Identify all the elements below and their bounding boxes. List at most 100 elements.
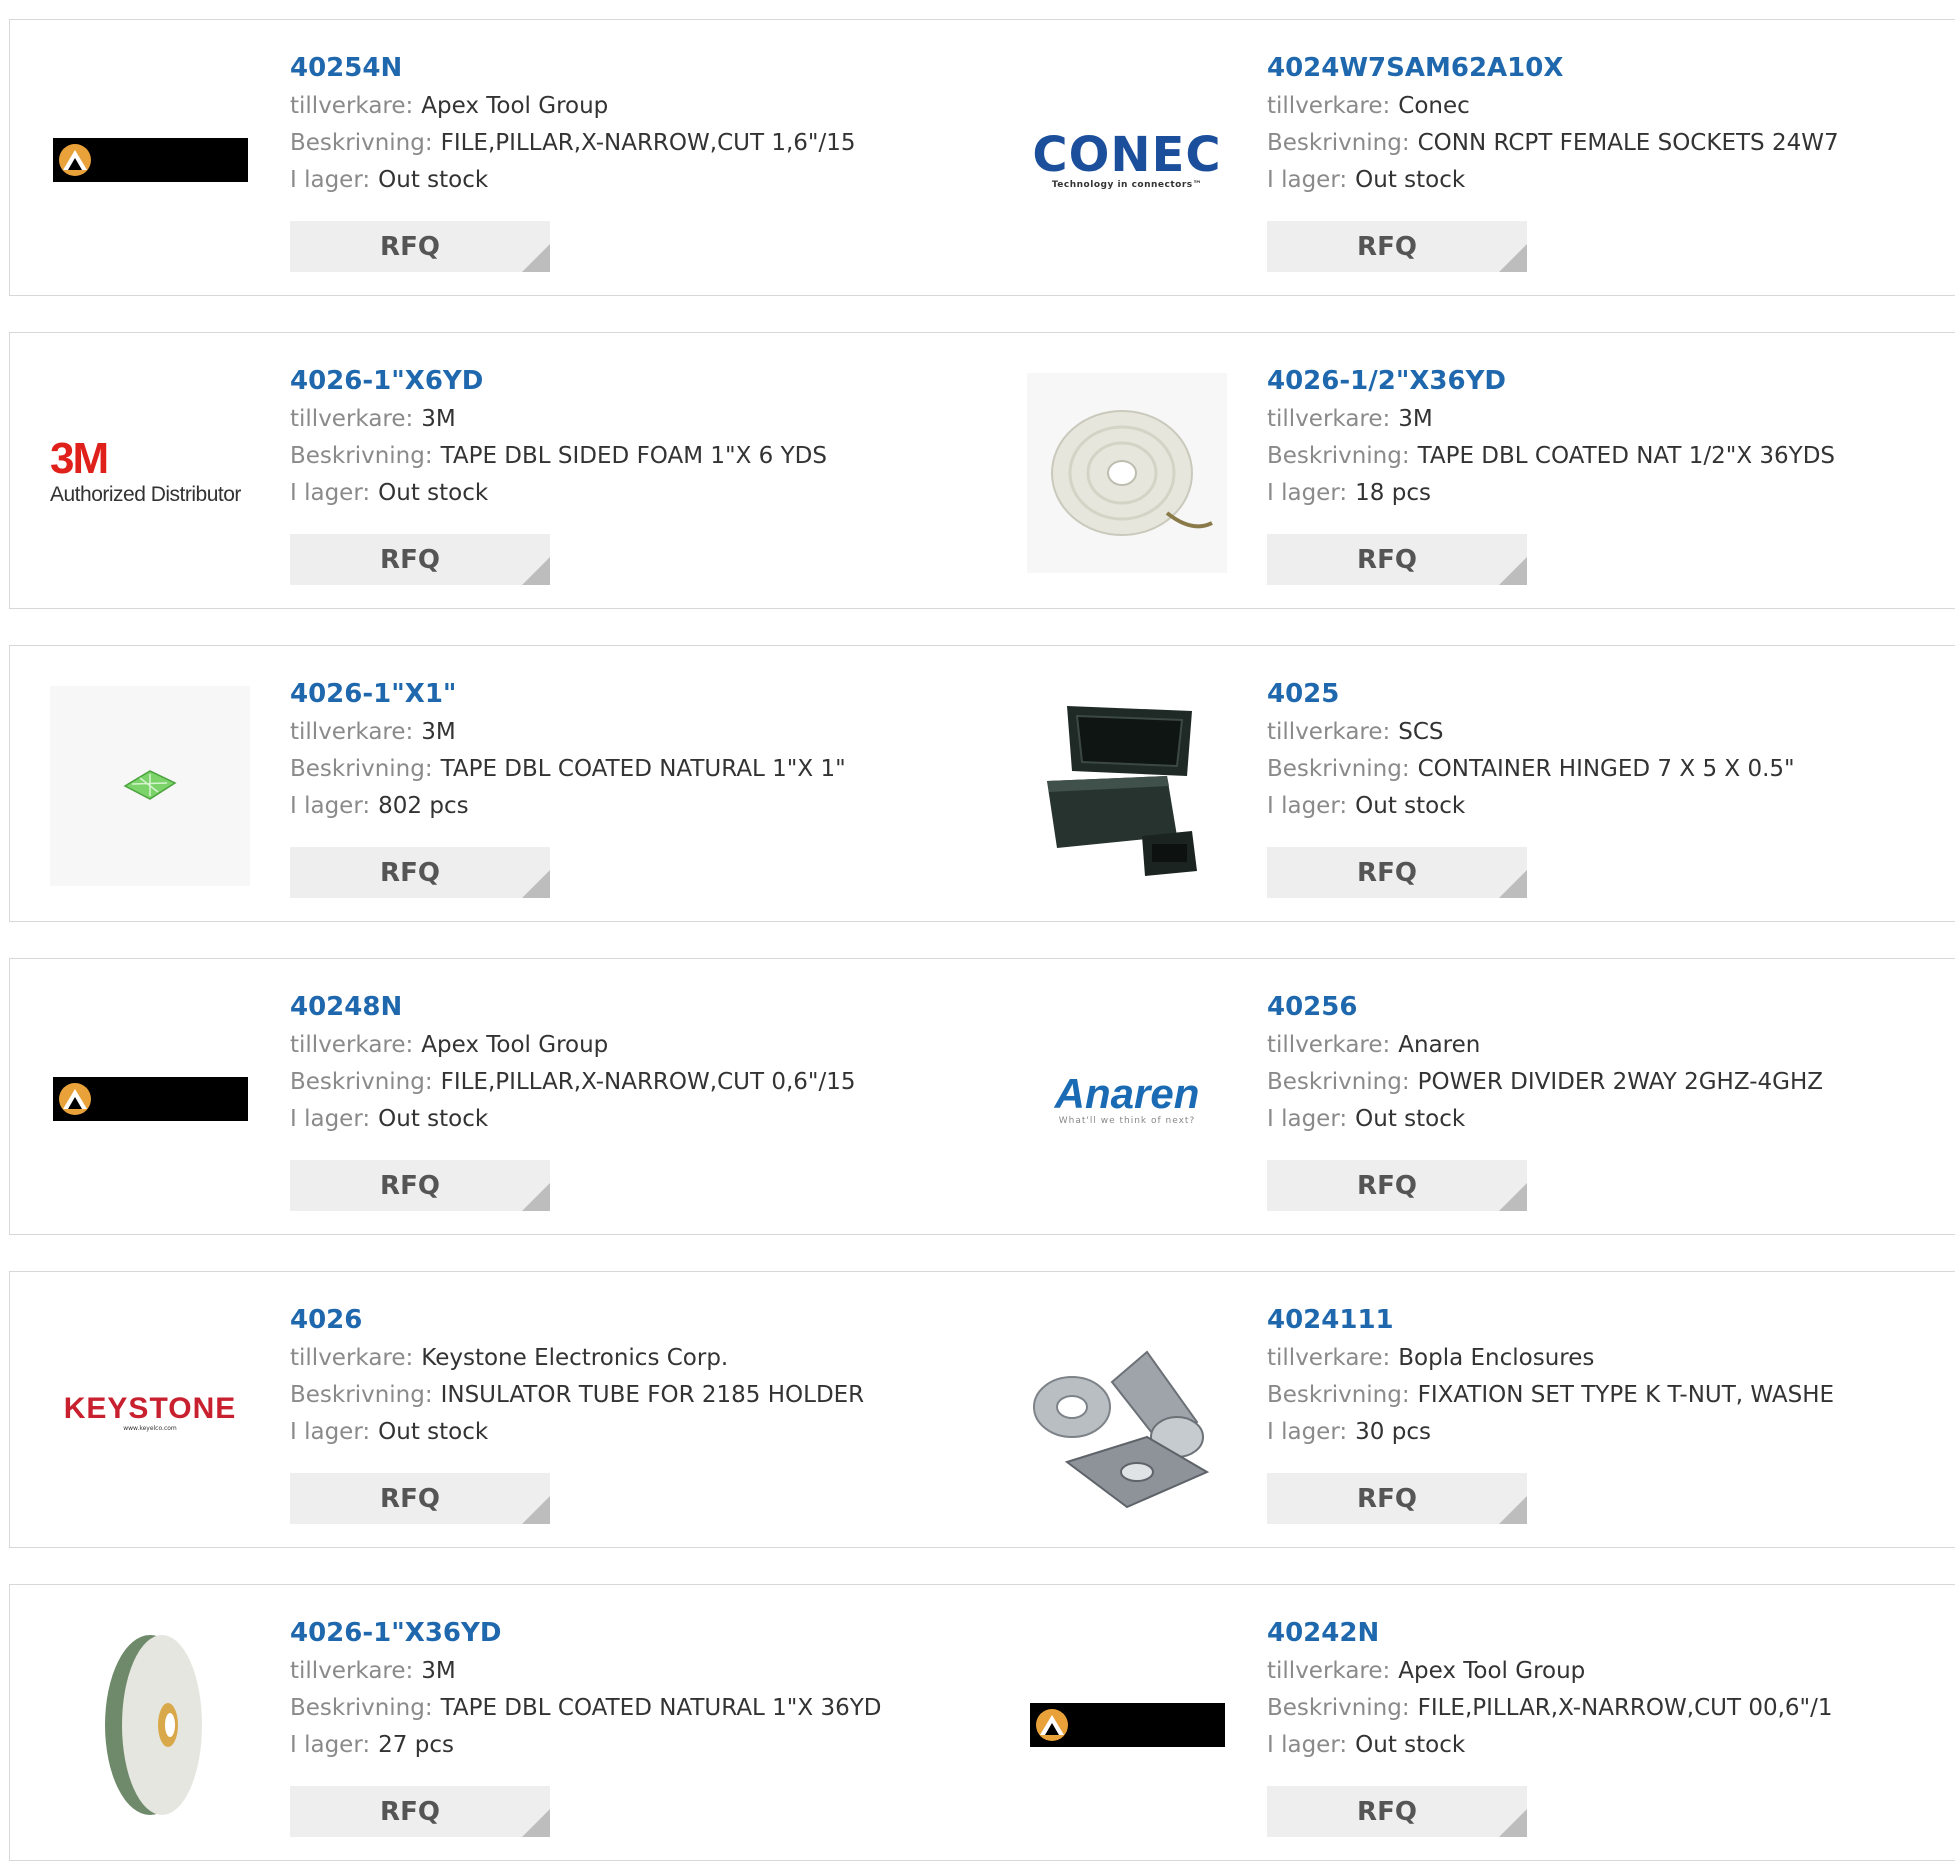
stock-label: I lager: <box>1267 1106 1348 1132</box>
corner-triangle-icon <box>1499 1809 1527 1837</box>
manufacturer-value: Bopla Enclosures <box>1398 1345 1595 1371</box>
description-value: POWER DIVIDER 2WAY 2GHZ-4GHZ <box>1417 1069 1824 1095</box>
rfq-button[interactable]: RFQ <box>1267 534 1527 585</box>
rfq-label: RFQ <box>380 544 440 575</box>
rfq-button[interactable]: RFQ <box>290 534 550 585</box>
stock-row: I lager: Out stock <box>290 1101 977 1138</box>
description-row: Beskrivning: FIXATION SET TYPE K T-NUT, W… <box>1267 1377 1955 1414</box>
product-info: 4025 tillverkare: SCS Beskrivning: CONTAINER… <box>1267 674 1955 825</box>
product-card: 3M Authorized Distributor 4026-1"X6YD tillv… <box>9 332 988 609</box>
description-value: TAPE DBL COATED NATURAL 1"X 1" <box>440 756 846 782</box>
description-label: Beskrivning: <box>1267 756 1410 782</box>
product-thumbnail[interactable] <box>50 60 250 260</box>
stock-value: 18 pcs <box>1355 480 1431 506</box>
corner-triangle-icon <box>1499 557 1527 585</box>
rfq-button[interactable]: RFQ <box>1267 221 1527 272</box>
product-info: 40256 tillverkare: Anaren Beskrivning: POWER… <box>1267 987 1955 1138</box>
part-number-link[interactable]: 4026-1"X36YD <box>290 1613 977 1653</box>
product-info: 4026 tillverkare: Keystone Electronics Cor… <box>290 1300 977 1451</box>
description-value: INSULATOR TUBE FOR 2185 HOLDER <box>440 1382 865 1408</box>
product-card: 4026-1"X36YD tillverkare: 3M Beskrivning: TA… <box>9 1584 988 1861</box>
corner-triangle-icon <box>1499 1496 1527 1524</box>
stock-value: Out stock <box>378 480 489 506</box>
description-value: CONTAINER HINGED 7 X 5 X 0.5" <box>1417 756 1795 782</box>
manufacturer-value: SCS <box>1398 719 1444 745</box>
stock-value: Out stock <box>1355 167 1466 193</box>
corner-triangle-icon <box>522 1809 550 1837</box>
stock-row: I lager: 802 pcs <box>290 788 977 825</box>
description-label: Beskrivning: <box>1267 1695 1410 1721</box>
product-thumbnail[interactable]: CONEC Technology in connectors™ <box>1027 60 1227 260</box>
product-thumbnail[interactable] <box>50 686 250 886</box>
rfq-button[interactable]: RFQ <box>1267 1473 1527 1524</box>
stock-row: I lager: 18 pcs <box>1267 475 1955 512</box>
rfq-button[interactable]: RFQ <box>1267 1786 1527 1837</box>
product-thumbnail[interactable]: Anaren What'll we think of next? <box>1027 999 1227 1199</box>
manufacturer-label: tillverkare: <box>290 93 414 119</box>
manufacturer-row: tillverkare: Apex Tool Group <box>290 88 977 125</box>
description-value: TAPE DBL COATED NAT 1/2"X 36YDS <box>1417 443 1836 469</box>
part-number-link[interactable]: 4026-1"X6YD <box>290 361 977 401</box>
stock-row: I lager: 30 pcs <box>1267 1414 1955 1451</box>
rfq-label: RFQ <box>380 1170 440 1201</box>
part-number-link[interactable]: 4026-1/2"X36YD <box>1267 361 1955 401</box>
product-thumbnail[interactable]: KEYSTONE www.keyelco.com <box>50 1312 250 1512</box>
container-image <box>1027 686 1227 886</box>
rfq-button[interactable]: RFQ <box>290 221 550 272</box>
part-number-link[interactable]: 40248N <box>290 987 977 1027</box>
product-card: 40254N tillverkare: Apex Tool Group Beskriv… <box>9 19 988 296</box>
stock-row: I lager: Out stock <box>1267 1101 1955 1138</box>
product-thumbnail[interactable] <box>50 1625 250 1825</box>
rfq-button[interactable]: RFQ <box>1267 1160 1527 1211</box>
product-thumbnail[interactable] <box>50 999 250 1199</box>
part-number-link[interactable]: 40254N <box>290 48 977 88</box>
tape-roll-image <box>1027 373 1227 573</box>
description-label: Beskrivning: <box>1267 1069 1410 1095</box>
product-card: CONEC Technology in connectors™ 4024W7SAM6… <box>987 19 1955 296</box>
rfq-label: RFQ <box>380 1483 440 1514</box>
part-number-link[interactable]: 4025 <box>1267 674 1955 714</box>
rfq-button[interactable]: RFQ <box>1267 847 1527 898</box>
product-thumbnail[interactable]: 3M Authorized Distributor <box>50 373 250 573</box>
part-number-link[interactable]: 4024W7SAM62A10X <box>1267 48 1955 88</box>
rfq-button[interactable]: RFQ <box>290 1473 550 1524</box>
stock-value: Out stock <box>1355 1732 1466 1758</box>
stock-label: I lager: <box>290 167 371 193</box>
description-row: Beskrivning: TAPE DBL COATED NATURAL 1"X … <box>290 1690 977 1727</box>
product-thumbnail[interactable] <box>1027 1312 1227 1512</box>
description-row: Beskrivning: FILE,PILLAR,X-NARROW,CUT 0,6… <box>290 1064 977 1101</box>
manufacturer-value: 3M <box>1398 406 1433 432</box>
product-card: 40242N tillverkare: Apex Tool Group Beskriv… <box>987 1584 1955 1861</box>
part-number-link[interactable]: 4026-1"X1" <box>290 674 977 714</box>
rfq-button[interactable]: RFQ <box>290 1786 550 1837</box>
product-thumbnail[interactable] <box>1027 686 1227 886</box>
description-row: Beskrivning: FILE,PILLAR,X-NARROW,CUT 00,… <box>1267 1690 1955 1727</box>
stock-value: Out stock <box>1355 1106 1466 1132</box>
stock-label: I lager: <box>290 1106 371 1132</box>
manufacturer-label: tillverkare: <box>290 1345 414 1371</box>
manufacturer-label: tillverkare: <box>290 1032 414 1058</box>
product-thumbnail[interactable] <box>1027 373 1227 573</box>
description-row: Beskrivning: CONN RCPT FEMALE SOCKETS 24W… <box>1267 125 1955 162</box>
manufacturer-row: tillverkare: 3M <box>290 714 977 751</box>
corner-triangle-icon <box>522 870 550 898</box>
manufacturer-row: tillverkare: Conec <box>1267 88 1955 125</box>
rfq-button[interactable]: RFQ <box>290 847 550 898</box>
stock-label: I lager: <box>1267 793 1348 819</box>
manufacturer-value: 3M <box>421 1658 456 1684</box>
part-number-link[interactable]: 4026 <box>290 1300 977 1340</box>
description-value: FILE,PILLAR,X-NARROW,CUT 00,6"/1 <box>1417 1695 1833 1721</box>
stock-row: I lager: Out stock <box>290 475 977 512</box>
description-value: CONN RCPT FEMALE SOCKETS 24W7 <box>1417 130 1839 156</box>
part-number-link[interactable]: 4024111 <box>1267 1300 1955 1340</box>
product-thumbnail[interactable] <box>1027 1625 1227 1825</box>
stock-label: I lager: <box>290 480 371 506</box>
manufacturer-value: Anaren <box>1398 1032 1481 1058</box>
apex-tool-group-logo <box>52 1077 248 1121</box>
product-info: 4026-1"X6YD tillverkare: 3M Beskrivning: TAP… <box>290 361 977 512</box>
corner-triangle-icon <box>522 557 550 585</box>
rfq-label: RFQ <box>1357 857 1417 888</box>
part-number-link[interactable]: 40256 <box>1267 987 1955 1027</box>
part-number-link[interactable]: 40242N <box>1267 1613 1955 1653</box>
rfq-button[interactable]: RFQ <box>290 1160 550 1211</box>
